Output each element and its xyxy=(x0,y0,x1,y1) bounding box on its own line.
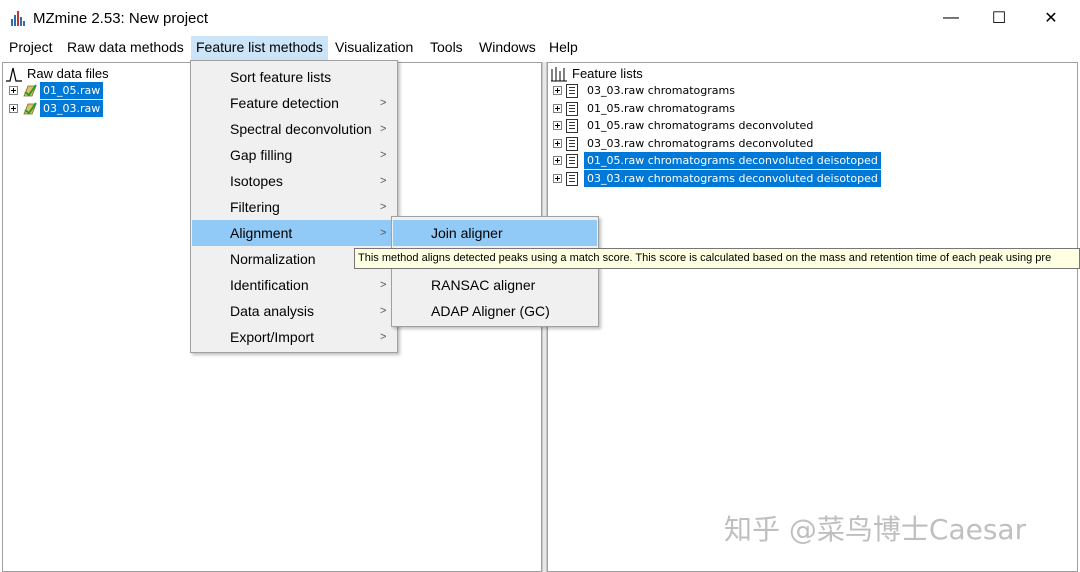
feature-list-label: 03_03.raw chromatograms deconvoluted xyxy=(587,137,814,150)
menu-item-spectral-deconvolution[interactable]: Spectral deconvolution > xyxy=(192,116,396,142)
minimize-button[interactable]: — xyxy=(928,6,974,30)
menu-item-label: RANSAC aligner xyxy=(431,277,536,293)
menu-item-label: Data analysis xyxy=(230,303,315,319)
chevron-right-icon: > xyxy=(380,123,387,135)
expand-icon[interactable] xyxy=(553,104,562,113)
menu-item-label: Alignment xyxy=(230,225,293,241)
chevron-right-icon: > xyxy=(380,227,387,239)
feature-list-methods-dropdown: Sort feature lists Feature detection > S… xyxy=(190,60,398,353)
menu-item-label: Feature detection xyxy=(230,95,339,111)
menu-item-label: Isotopes xyxy=(230,173,283,189)
raw-file-icon xyxy=(23,83,37,96)
menu-item-label: Spectral deconvolution xyxy=(230,121,372,137)
feature-lists-pane[interactable]: Feature lists 03_03.raw chromatograms 01… xyxy=(547,62,1078,572)
feature-list-label: 01_05.raw chromatograms deconvoluted xyxy=(587,119,814,132)
chevron-right-icon: > xyxy=(380,97,387,109)
chevron-right-icon: > xyxy=(380,201,387,213)
feature-list-icon xyxy=(566,101,578,116)
close-button[interactable]: ✕ xyxy=(1028,6,1074,30)
menu-item-label: Join aligner xyxy=(431,225,503,241)
raw-file-item[interactable]: 01_05.raw xyxy=(9,82,104,99)
maximize-button[interactable]: ☐ xyxy=(976,6,1022,30)
menu-item-export-import[interactable]: Export/Import > xyxy=(192,324,396,350)
menu-help[interactable]: Help xyxy=(544,36,583,60)
feature-list-item[interactable]: 01_05.raw chromatograms xyxy=(553,100,738,117)
expand-icon[interactable] xyxy=(553,139,562,148)
feature-list-icon xyxy=(566,153,578,168)
feature-list-icon xyxy=(566,136,578,151)
feature-list-item[interactable]: 03_03.raw chromatograms deconvoluted xyxy=(553,135,816,152)
menu-item-sort-feature-lists[interactable]: Sort feature lists xyxy=(192,64,396,90)
chevron-right-icon: > xyxy=(380,305,387,317)
menu-item-feature-detection[interactable]: Feature detection > xyxy=(192,90,396,116)
feature-list-item[interactable]: 01_05.raw chromatograms deconvoluted dei… xyxy=(553,152,881,169)
feature-lists-label: Feature lists xyxy=(572,66,643,81)
menu-visualization[interactable]: Visualization xyxy=(330,36,418,60)
raw-data-files-label: Raw data files xyxy=(27,66,109,81)
menu-bar: Project Raw data methods Feature list me… xyxy=(0,36,1080,60)
expand-icon[interactable] xyxy=(553,86,562,95)
menu-item-label: ADAP Aligner (GC) xyxy=(431,303,550,319)
menu-raw-data-methods[interactable]: Raw data methods xyxy=(62,36,189,60)
expand-icon[interactable] xyxy=(553,174,562,183)
menu-item-label: Filtering xyxy=(230,199,280,215)
feature-list-label: 03_03.raw chromatograms deconvoluted dei… xyxy=(584,170,881,187)
menu-item-label: Export/Import xyxy=(230,329,315,345)
raw-file-label: 03_03.raw xyxy=(40,100,104,117)
feature-list-icon xyxy=(566,118,578,133)
chevron-right-icon: > xyxy=(380,279,387,291)
menu-item-ransac-aligner[interactable]: RANSAC aligner xyxy=(393,272,597,298)
menu-project[interactable]: Project xyxy=(4,36,58,60)
menu-item-identification[interactable]: Identification > xyxy=(192,272,396,298)
expand-icon[interactable] xyxy=(9,86,18,95)
menu-item-label: Normalization xyxy=(230,251,316,267)
menu-item-alignment[interactable]: Alignment > xyxy=(192,220,396,246)
spectrum-icon xyxy=(6,67,22,82)
chevron-right-icon: > xyxy=(380,149,387,161)
feature-list-icon xyxy=(566,83,578,98)
feature-list-label: 01_05.raw chromatograms deconvoluted dei… xyxy=(584,152,881,169)
feature-list-item[interactable]: 01_05.raw chromatograms deconvoluted xyxy=(553,117,816,134)
feature-list-item[interactable]: 03_03.raw chromatograms deconvoluted dei… xyxy=(553,170,881,187)
menu-item-label: Sort feature lists xyxy=(230,69,332,85)
watermark-text: 知乎 @菜鸟博士Caesar xyxy=(724,513,1027,546)
chevron-right-icon: > xyxy=(380,331,387,343)
alignment-submenu: Join aligner RANSAC aligner ADAP Aligner… xyxy=(391,216,599,327)
raw-file-item[interactable]: 03_03.raw xyxy=(9,100,104,117)
menu-item-gap-filling[interactable]: Gap filling > xyxy=(192,142,396,168)
menu-feature-list-methods[interactable]: Feature list methods xyxy=(191,36,328,60)
raw-file-label: 01_05.raw xyxy=(40,82,104,99)
menu-item-label: Gap filling xyxy=(230,147,293,163)
feature-lists-root[interactable]: Feature lists xyxy=(550,65,643,82)
feature-lists-icon xyxy=(551,66,567,81)
feature-list-label: 03_03.raw chromatograms xyxy=(587,84,735,97)
feature-list-label: 01_05.raw chromatograms xyxy=(587,102,735,115)
raw-file-icon xyxy=(23,101,37,114)
menu-item-data-analysis[interactable]: Data analysis > xyxy=(192,298,396,324)
title-bar: MZmine 2.53: New project — ☐ ✕ xyxy=(0,0,1080,36)
menu-item-label: Identification xyxy=(230,277,309,293)
menu-tools[interactable]: Tools xyxy=(425,36,468,60)
menu-item-join-aligner[interactable]: Join aligner xyxy=(393,220,597,246)
menu-item-filtering[interactable]: Filtering > xyxy=(192,194,396,220)
expand-icon[interactable] xyxy=(553,121,562,130)
feature-list-item[interactable]: 03_03.raw chromatograms xyxy=(553,82,738,99)
expand-icon[interactable] xyxy=(9,104,18,113)
menu-windows[interactable]: Windows xyxy=(474,36,541,60)
menu-item-isotopes[interactable]: Isotopes > xyxy=(192,168,396,194)
mzmine-app-icon xyxy=(11,11,25,26)
chevron-right-icon: > xyxy=(380,175,387,187)
window-title: MZmine 2.53: New project xyxy=(33,10,209,27)
raw-data-files-root[interactable]: Raw data files xyxy=(5,65,109,82)
expand-icon[interactable] xyxy=(553,156,562,165)
join-aligner-tooltip: This method aligns detected peaks using … xyxy=(354,248,1080,269)
feature-list-icon xyxy=(566,171,578,186)
menu-item-adap-aligner-gc[interactable]: ADAP Aligner (GC) xyxy=(393,298,597,324)
